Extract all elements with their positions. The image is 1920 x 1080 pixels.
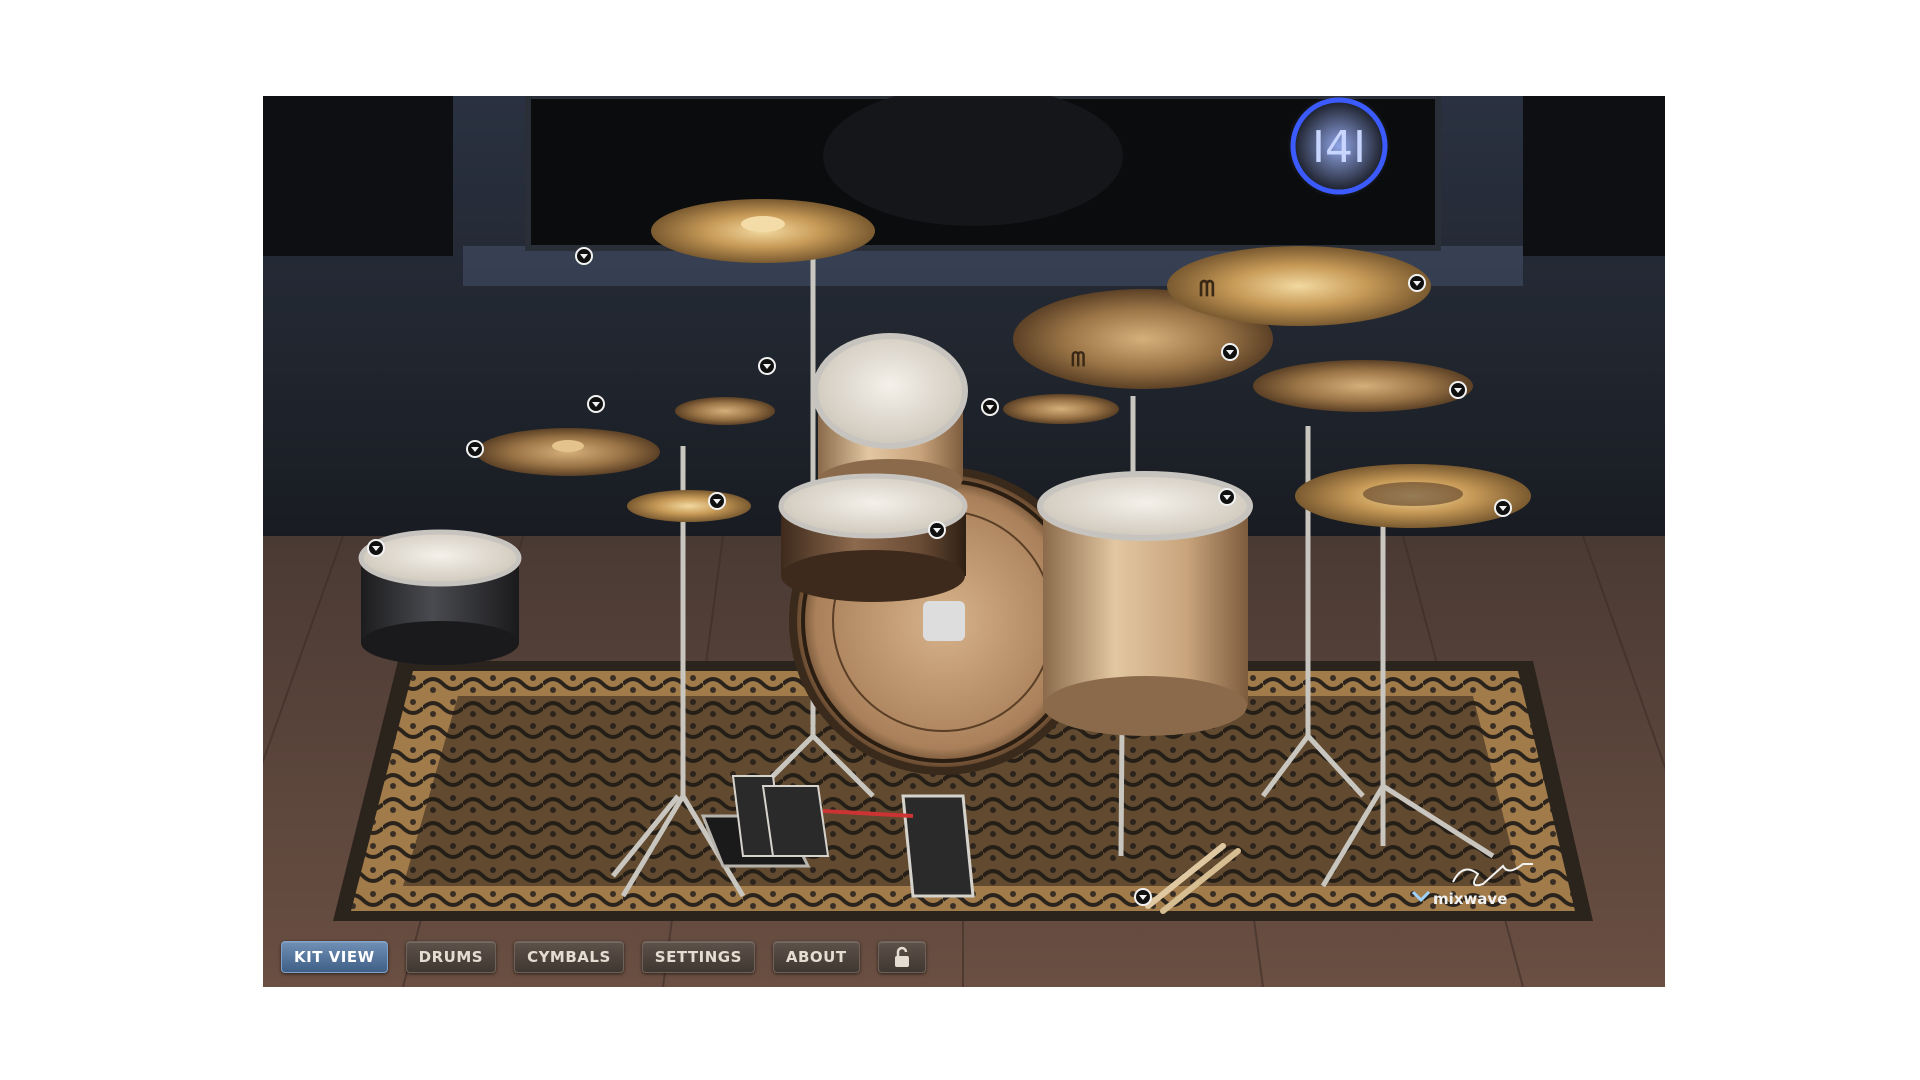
tab-settings[interactable]: SETTINGS — [641, 941, 755, 973]
studio-logo-icon: Ⅰ4Ⅰ — [1287, 96, 1391, 198]
wall-panel-right — [1523, 96, 1665, 256]
splash[interactable] — [675, 397, 775, 425]
sticks-menu-icon[interactable] — [1134, 888, 1152, 906]
kit-scene: Ⅰ4Ⅰ ᗰ ᗰ mixwave — [263, 96, 1665, 987]
small-splash-menu-icon[interactable] — [981, 398, 999, 416]
svg-text:ᗰ: ᗰ — [1199, 277, 1215, 302]
snare-menu-icon[interactable] — [708, 492, 726, 510]
svg-text:mixwave: mixwave — [1433, 890, 1507, 908]
lock-button[interactable] — [877, 941, 926, 973]
china-left-menu-icon[interactable] — [466, 440, 484, 458]
crash-right-menu-icon[interactable] — [1221, 343, 1239, 361]
crash-left-menu-icon[interactable] — [575, 247, 593, 265]
china-left[interactable] — [476, 428, 660, 476]
floor-tom-menu-icon[interactable] — [1218, 488, 1236, 506]
tab-cymbals[interactable]: CYMBALS — [514, 941, 624, 973]
stack[interactable] — [1295, 464, 1531, 528]
tab-bar: KIT VIEW DRUMS CYMBALS SETTINGS ABOUT — [281, 940, 926, 974]
stack-menu-icon[interactable] — [1494, 499, 1512, 517]
ride[interactable] — [1253, 360, 1473, 412]
side-snare-menu-icon[interactable] — [367, 539, 385, 557]
crash-far-right[interactable]: ᗰ — [1167, 246, 1431, 326]
floor-tom[interactable] — [1037, 471, 1253, 736]
tab-drums[interactable]: DRUMS — [405, 941, 497, 973]
instrument-window: Ⅰ4Ⅰ ᗰ ᗰ mixwave KIT VIEW DRUMS CYMBALS S… — [263, 96, 1665, 987]
lock-open-icon — [894, 946, 909, 967]
svg-text:ᗰ: ᗰ — [1071, 347, 1085, 371]
tab-kit-view[interactable]: KIT VIEW — [281, 941, 388, 973]
small-splash[interactable] — [1003, 394, 1119, 424]
rack-tom-menu-icon[interactable] — [758, 357, 776, 375]
svg-text:Ⅰ4Ⅰ: Ⅰ4Ⅰ — [1312, 122, 1366, 173]
snare-drum[interactable] — [778, 473, 968, 602]
ride-menu-icon[interactable] — [1449, 381, 1467, 399]
splash-menu-icon[interactable] — [587, 395, 605, 413]
crash-far-right-menu-icon[interactable] — [1408, 274, 1426, 292]
side-snare[interactable] — [358, 529, 522, 665]
wall-panel-left — [263, 96, 453, 256]
tab-about[interactable]: ABOUT — [772, 941, 860, 973]
hihat[interactable] — [627, 490, 751, 522]
kick-menu-icon[interactable] — [928, 521, 946, 539]
crash-left[interactable] — [651, 199, 875, 263]
